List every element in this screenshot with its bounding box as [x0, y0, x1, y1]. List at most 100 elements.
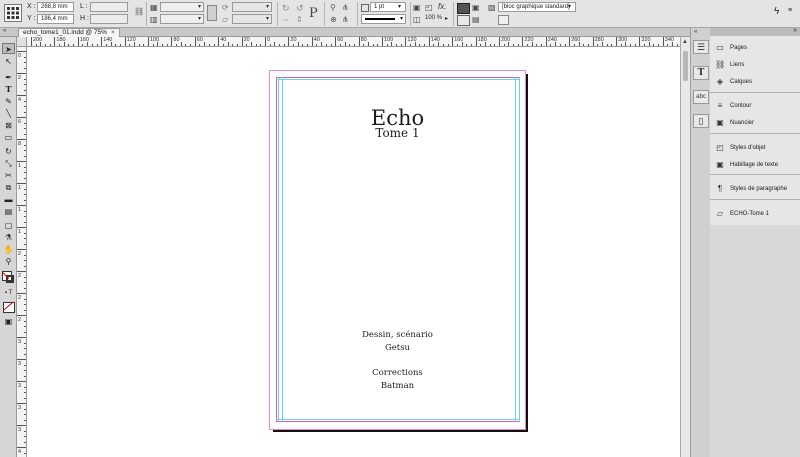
ruler-tick — [17, 359, 26, 360]
object-style-dropdown[interactable]: [bloc graphique standard] — [498, 2, 576, 12]
panel-item-echo-tome-1[interactable]: ▱ ECHO-Tome 1 — [710, 206, 800, 222]
reference-point-icon[interactable] — [4, 4, 22, 22]
panel-item-styles-d-objet[interactable]: ◰ Styles d'objet — [710, 140, 800, 156]
ruler-label: 60 — [337, 37, 344, 43]
rotate-cw-icon[interactable]: ↻ — [282, 3, 290, 14]
dock-book-icon[interactable]: ▯ — [693, 114, 709, 128]
fill-swatch-icon[interactable] — [361, 4, 369, 12]
rotation-dropdown[interactable]: ▾ — [232, 2, 272, 12]
flip-v-icon[interactable]: ⇕ — [296, 15, 303, 24]
scissors-tool-icon[interactable]: ✂ — [2, 170, 15, 181]
select-content-icon[interactable]: ⊕ — [330, 15, 337, 24]
ruler-tick — [288, 37, 290, 46]
constrain-proportions-icon[interactable]: ⛓ — [134, 7, 144, 19]
screen-mode-icon[interactable]: ▣ — [2, 316, 15, 327]
ruler-label: 2 — [18, 295, 22, 301]
ruler-tick — [662, 37, 664, 46]
rectangle-tool-icon[interactable]: ▭ — [2, 132, 15, 143]
direct-selection-tool-icon[interactable]: ↖ — [2, 56, 15, 67]
scale-link-icon[interactable] — [207, 5, 217, 21]
document-tab[interactable]: echo_tome1_01.indd @ 75% × — [18, 28, 120, 37]
panel-item-calques[interactable]: ◈ Calques — [710, 74, 800, 90]
type-tool-icon[interactable]: T — [2, 84, 15, 95]
panel-item-styles-de-paragraphe[interactable]: ¶ Styles de paragraphe — [710, 181, 800, 197]
swatches-icon: ▣ — [716, 118, 724, 127]
panel-item-habillage-de-texte[interactable]: ▣ Habillage de texte — [710, 157, 800, 173]
fill-stroke-icon[interactable] — [2, 271, 15, 285]
select-prev-icon[interactable]: ⋔ — [342, 3, 349, 12]
select-next-icon[interactable]: ⋔ — [342, 15, 349, 24]
dock-pages-icon[interactable]: ☰ — [693, 40, 709, 54]
scroll-thumb[interactable] — [683, 51, 688, 81]
object-style-icon: ▧ — [488, 3, 496, 12]
close-tab-icon[interactable]: × — [111, 29, 115, 36]
stroke-weight-arrow-icon[interactable]: ▾ — [398, 3, 401, 10]
apply-none-icon[interactable] — [2, 301, 15, 313]
panel-item-liens[interactable]: ⛓ Liens — [710, 57, 800, 73]
panel-dock: « ☰ T abc ▯ — [690, 28, 710, 457]
select-container-icon[interactable]: ⚲ — [330, 3, 336, 12]
credit-name-1[interactable]: Getsu — [269, 343, 526, 354]
pen-tool-icon[interactable]: ✒ — [2, 72, 15, 83]
formatting-container-icon[interactable]: ▪ T — [2, 288, 15, 299]
height-field[interactable] — [90, 14, 128, 24]
ruler-tick — [54, 37, 56, 46]
frame-fitting-icon[interactable]: ▣ — [472, 3, 480, 12]
panel-item-contour[interactable]: ≡ Contour — [710, 98, 800, 114]
zoom-tool-icon[interactable]: ⚲ — [2, 256, 15, 267]
scale-x-dropdown[interactable]: ▾ — [160, 2, 204, 12]
text-wrap-none-icon[interactable] — [457, 15, 470, 26]
stroke-type-dropdown[interactable]: ▾ — [361, 14, 406, 24]
pencil-tool-icon[interactable]: ✎ — [2, 96, 15, 107]
text-wrap-icon: ▣ — [716, 160, 724, 169]
hand-tool-icon[interactable]: ✋ — [2, 244, 15, 255]
text-wrap-bounding-icon[interactable] — [457, 3, 470, 14]
vertical-scrollbar[interactable]: ▲ — [680, 37, 690, 457]
panels-header: » — [710, 27, 800, 36]
panel-item-pages[interactable]: ▭ Pages — [710, 40, 800, 56]
credit-role-2[interactable]: Corrections — [269, 368, 526, 379]
object-style-arrow-icon[interactable]: ▾ — [568, 3, 571, 10]
ruler-label: 220 — [524, 37, 534, 43]
eyedropper-tool-icon[interactable]: ⚗ — [2, 232, 15, 243]
width-field[interactable] — [90, 2, 128, 12]
panels-collapse-icon[interactable]: » — [793, 27, 797, 34]
note-tool-icon[interactable]: ▢ — [2, 220, 15, 231]
horizontal-ruler[interactable]: 200 180 160 140 120 100 80 60 40 20 0 20 40 60 80 100 12… — [27, 37, 680, 47]
opacity-arrow-icon[interactable]: ▸ — [445, 15, 448, 22]
scale-tool-icon[interactable]: ⤡ — [2, 158, 15, 169]
dock-spelling-icon[interactable]: abc — [693, 90, 709, 104]
dock-type-icon[interactable]: T — [693, 66, 709, 80]
gradient-tool-icon[interactable]: ▬ — [2, 194, 15, 205]
flip-h-icon[interactable]: ⇔ — [282, 15, 290, 24]
free-transform-tool-icon[interactable]: ⧉ — [2, 182, 15, 193]
tab-collapse-icon[interactable]: « — [3, 28, 6, 34]
clear-override-icon[interactable] — [498, 15, 509, 25]
credit-name-2[interactable]: Batman — [269, 381, 526, 392]
line-tool-icon[interactable]: ╲ — [2, 108, 15, 119]
ruler-origin[interactable] — [17, 37, 27, 47]
gradient-feather-tool-icon[interactable]: ▤ — [2, 206, 15, 217]
lightning-icon[interactable]: ϟ — [774, 6, 779, 17]
ruler-label: 320 — [641, 37, 651, 43]
rectangle-frame-tool-icon[interactable]: ⊠ — [2, 120, 15, 131]
page-subtitle[interactable]: Tome 1 — [269, 126, 526, 140]
effects-icon[interactable]: fx. — [438, 2, 446, 11]
selection-tool-icon[interactable]: ➤ — [2, 43, 15, 54]
corner-options-icon[interactable]: ◰ — [425, 3, 433, 12]
rotate-ccw-icon[interactable]: ↺ — [296, 3, 304, 14]
fill-frame-icon[interactable]: ▤ — [472, 15, 480, 24]
drop-shadow-icon[interactable]: ▣ — [413, 3, 421, 12]
credit-role-1[interactable]: Dessin, scénario — [269, 330, 526, 341]
ruler-tick — [241, 37, 243, 46]
scale-y-dropdown[interactable]: ▾ — [160, 14, 204, 24]
rotate-tool-icon[interactable]: ↻ — [2, 146, 15, 157]
x-position-field[interactable]: 268,8 mm — [37, 2, 74, 12]
panel-menu-icon[interactable]: ≡ — [788, 7, 792, 14]
dock-collapse-icon[interactable]: « — [694, 29, 697, 35]
panel-item-nuancier[interactable]: ▣ Nuancier — [710, 115, 800, 131]
vertical-ruler[interactable]: 0 2 4 6 8 1 1 1 1 2 2 2 2 3 3 3 3 3 4 — [17, 47, 27, 457]
scroll-up-icon[interactable]: ▲ — [682, 39, 688, 45]
y-position-field[interactable]: 186,4 mm — [37, 14, 74, 24]
shear-dropdown[interactable]: ▾ — [232, 14, 272, 24]
